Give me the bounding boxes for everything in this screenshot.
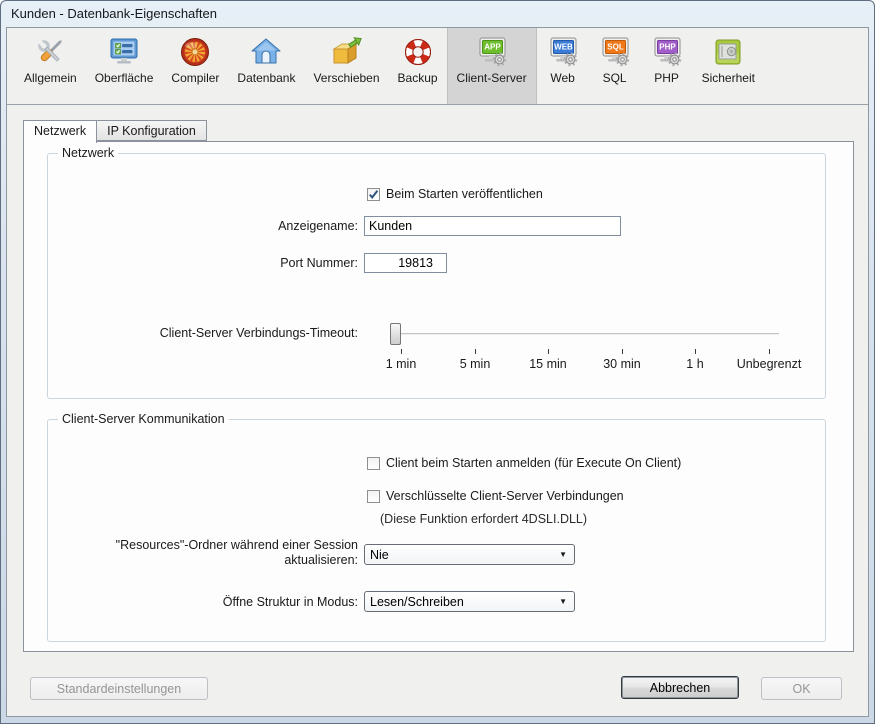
slider-tick-label: 5 min xyxy=(460,357,491,371)
display-name-input[interactable] xyxy=(364,216,621,236)
toolbar-label: Allgemein xyxy=(24,71,77,85)
toolbar-label: Datenbank xyxy=(237,71,295,85)
tab-netzwerk[interactable]: Netzwerk xyxy=(23,120,97,143)
resources-update-dropdown[interactable]: Nie ▼ xyxy=(364,544,575,565)
toolbar-item-compiler[interactable]: Compiler xyxy=(162,28,228,104)
open-structure-mode-dropdown[interactable]: Lesen/Schreiben ▼ xyxy=(364,591,575,612)
toolbar-item-verschieben[interactable]: Verschieben xyxy=(304,28,388,104)
slider-tick xyxy=(548,349,549,354)
slider-tick xyxy=(695,349,696,354)
tab-ip-konfiguration[interactable]: IP Konfiguration xyxy=(96,120,207,141)
toolbar-item-sicherheit[interactable]: Sicherheit xyxy=(693,28,764,104)
encrypted-connections-checkbox[interactable] xyxy=(367,490,380,503)
toolbar-label: Sicherheit xyxy=(702,71,755,85)
timeout-label: Client-Server Verbindungs-Timeout: xyxy=(160,326,358,341)
database-house-icon xyxy=(249,36,283,68)
chevron-down-icon: ▼ xyxy=(559,551,567,559)
dropdown-value: Lesen/Schreiben xyxy=(370,595,464,609)
toolbar-label: Web xyxy=(550,71,574,85)
checkmark-icon xyxy=(368,189,379,200)
slider-tick xyxy=(401,349,402,354)
toolbar-item-sql[interactable]: SQL SQL xyxy=(589,28,641,104)
slider-tick xyxy=(769,349,770,354)
checkbox-label: Verschlüsselte Client-Server Verbindunge… xyxy=(386,489,624,503)
toolbar-item-web[interactable]: WEB Web xyxy=(537,28,589,104)
toolbar-label: PHP xyxy=(654,71,679,85)
svg-text:PHP: PHP xyxy=(659,43,676,52)
web-monitor-icon: WEB xyxy=(546,36,580,68)
toolbar-label: Backup xyxy=(398,71,438,85)
interface-monitor-icon xyxy=(107,36,141,68)
titlebar[interactable]: Kunden - Datenbank-Eigenschaften xyxy=(1,1,874,27)
register-on-startup-checkbox-row: Client beim Starten anmelden (für Execut… xyxy=(367,456,681,470)
toolbar-label: SQL xyxy=(603,71,627,85)
resources-update-label-line2: aktualisieren: xyxy=(116,553,358,568)
dialog-window: Kunden - Datenbank-Eigenschaften xyxy=(0,0,875,724)
svg-text:APP: APP xyxy=(484,43,501,52)
tab-label: Netzwerk xyxy=(34,124,86,138)
encryption-note: (Diese Funktion erfordert 4DSLI.DLL) xyxy=(380,512,587,526)
dialog-client-area: Allgemein xyxy=(6,27,869,717)
groupbox-title: Client-Server Kommunikation xyxy=(58,412,229,426)
port-number-label: Port Nummer: xyxy=(280,256,358,271)
sql-monitor-icon: SQL xyxy=(598,36,632,68)
toolbar-item-client-server[interactable]: APP Client-Server xyxy=(447,28,537,104)
tab-strip: Netzwerk IP Konfiguration xyxy=(23,120,206,143)
svg-text:SQL: SQL xyxy=(607,43,624,52)
chevron-down-icon: ▼ xyxy=(559,598,567,606)
toolbar-label: Client-Server xyxy=(457,71,527,85)
defaults-button[interactable]: Standardeinstellungen xyxy=(30,677,208,700)
port-number-input[interactable] xyxy=(364,253,447,273)
publish-on-startup-checkbox[interactable] xyxy=(367,188,380,201)
toolbar-item-backup[interactable]: Backup xyxy=(389,28,447,104)
slider-tick xyxy=(622,349,623,354)
tab-label: IP Konfiguration xyxy=(107,124,196,138)
settings-toolbar: Allgemein xyxy=(7,28,868,105)
ok-button[interactable]: OK xyxy=(761,677,842,700)
open-structure-mode-label: Öffne Struktur in Modus: xyxy=(223,595,358,610)
toolbar-label: Oberfläche xyxy=(95,71,154,85)
dropdown-value: Nie xyxy=(370,548,389,562)
php-monitor-icon: PHP xyxy=(650,36,684,68)
timeout-slider-thumb[interactable] xyxy=(390,323,401,345)
resources-update-label: "Resources"-Ordner während einer Session… xyxy=(116,538,358,568)
svg-text:WEB: WEB xyxy=(554,43,573,52)
toolbar-label: Verschieben xyxy=(313,71,379,85)
register-on-startup-checkbox[interactable] xyxy=(367,457,380,470)
publish-on-startup-checkbox-row: Beim Starten veröffentlichen xyxy=(367,187,543,201)
encrypted-connections-checkbox-row: Verschlüsselte Client-Server Verbindunge… xyxy=(367,489,624,503)
groupbox-title: Netzwerk xyxy=(58,146,118,160)
display-name-label: Anzeigename: xyxy=(278,219,358,234)
slider-tick-label: 1 h xyxy=(686,357,703,371)
toolbar-item-datenbank[interactable]: Datenbank xyxy=(228,28,304,104)
slider-tick-label: 15 min xyxy=(529,357,567,371)
toolbar-label: Compiler xyxy=(171,71,219,85)
timeout-slider-track[interactable] xyxy=(394,333,779,335)
slider-tick-label: 1 min xyxy=(386,357,417,371)
checkbox-label: Beim Starten veröffentlichen xyxy=(386,187,543,201)
resources-update-label-line1: "Resources"-Ordner während einer Session xyxy=(116,538,358,553)
toolbar-item-oberflaeche[interactable]: Oberfläche xyxy=(86,28,163,104)
move-box-icon xyxy=(329,36,363,68)
window-title: Kunden - Datenbank-Eigenschaften xyxy=(11,6,217,21)
toolbar-item-php[interactable]: PHP PHP xyxy=(641,28,693,104)
compiler-wheel-icon xyxy=(178,36,212,68)
toolbar-item-allgemein[interactable]: Allgemein xyxy=(15,28,86,104)
tools-icon xyxy=(33,36,67,68)
backup-lifesaver-icon xyxy=(401,36,435,68)
cancel-button[interactable]: Abbrechen xyxy=(621,676,739,699)
client-server-app-monitor-icon: APP xyxy=(475,36,509,68)
slider-tick-label: 30 min xyxy=(603,357,641,371)
slider-tick xyxy=(475,349,476,354)
security-safe-icon xyxy=(711,36,745,68)
slider-tick-label: Unbegrenzt xyxy=(737,357,802,371)
netzwerk-tab-panel: Netzwerk Beim Starten veröffentlichen An… xyxy=(23,141,854,652)
checkbox-label: Client beim Starten anmelden (für Execut… xyxy=(386,456,681,470)
